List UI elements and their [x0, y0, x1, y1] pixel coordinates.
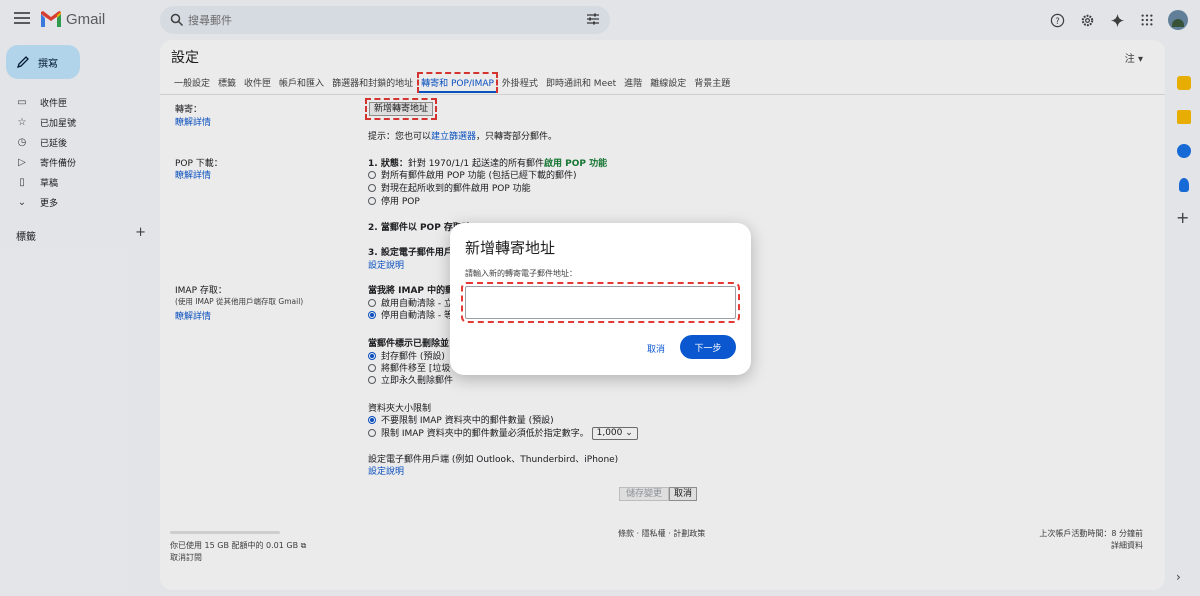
add-forwarding-dialog: 新增轉寄地址 請輸入新的轉寄電子郵件地址： 取消 下一步: [450, 223, 751, 375]
dialog-cancel-button[interactable]: 取消: [647, 342, 665, 355]
dialog-label: 請輸入新的轉寄電子郵件地址：: [465, 269, 577, 278]
dialog-title: 新增轉寄地址: [465, 239, 556, 257]
dialog-next-button[interactable]: 下一步: [680, 335, 736, 359]
forwarding-email-input[interactable]: [461, 282, 740, 323]
